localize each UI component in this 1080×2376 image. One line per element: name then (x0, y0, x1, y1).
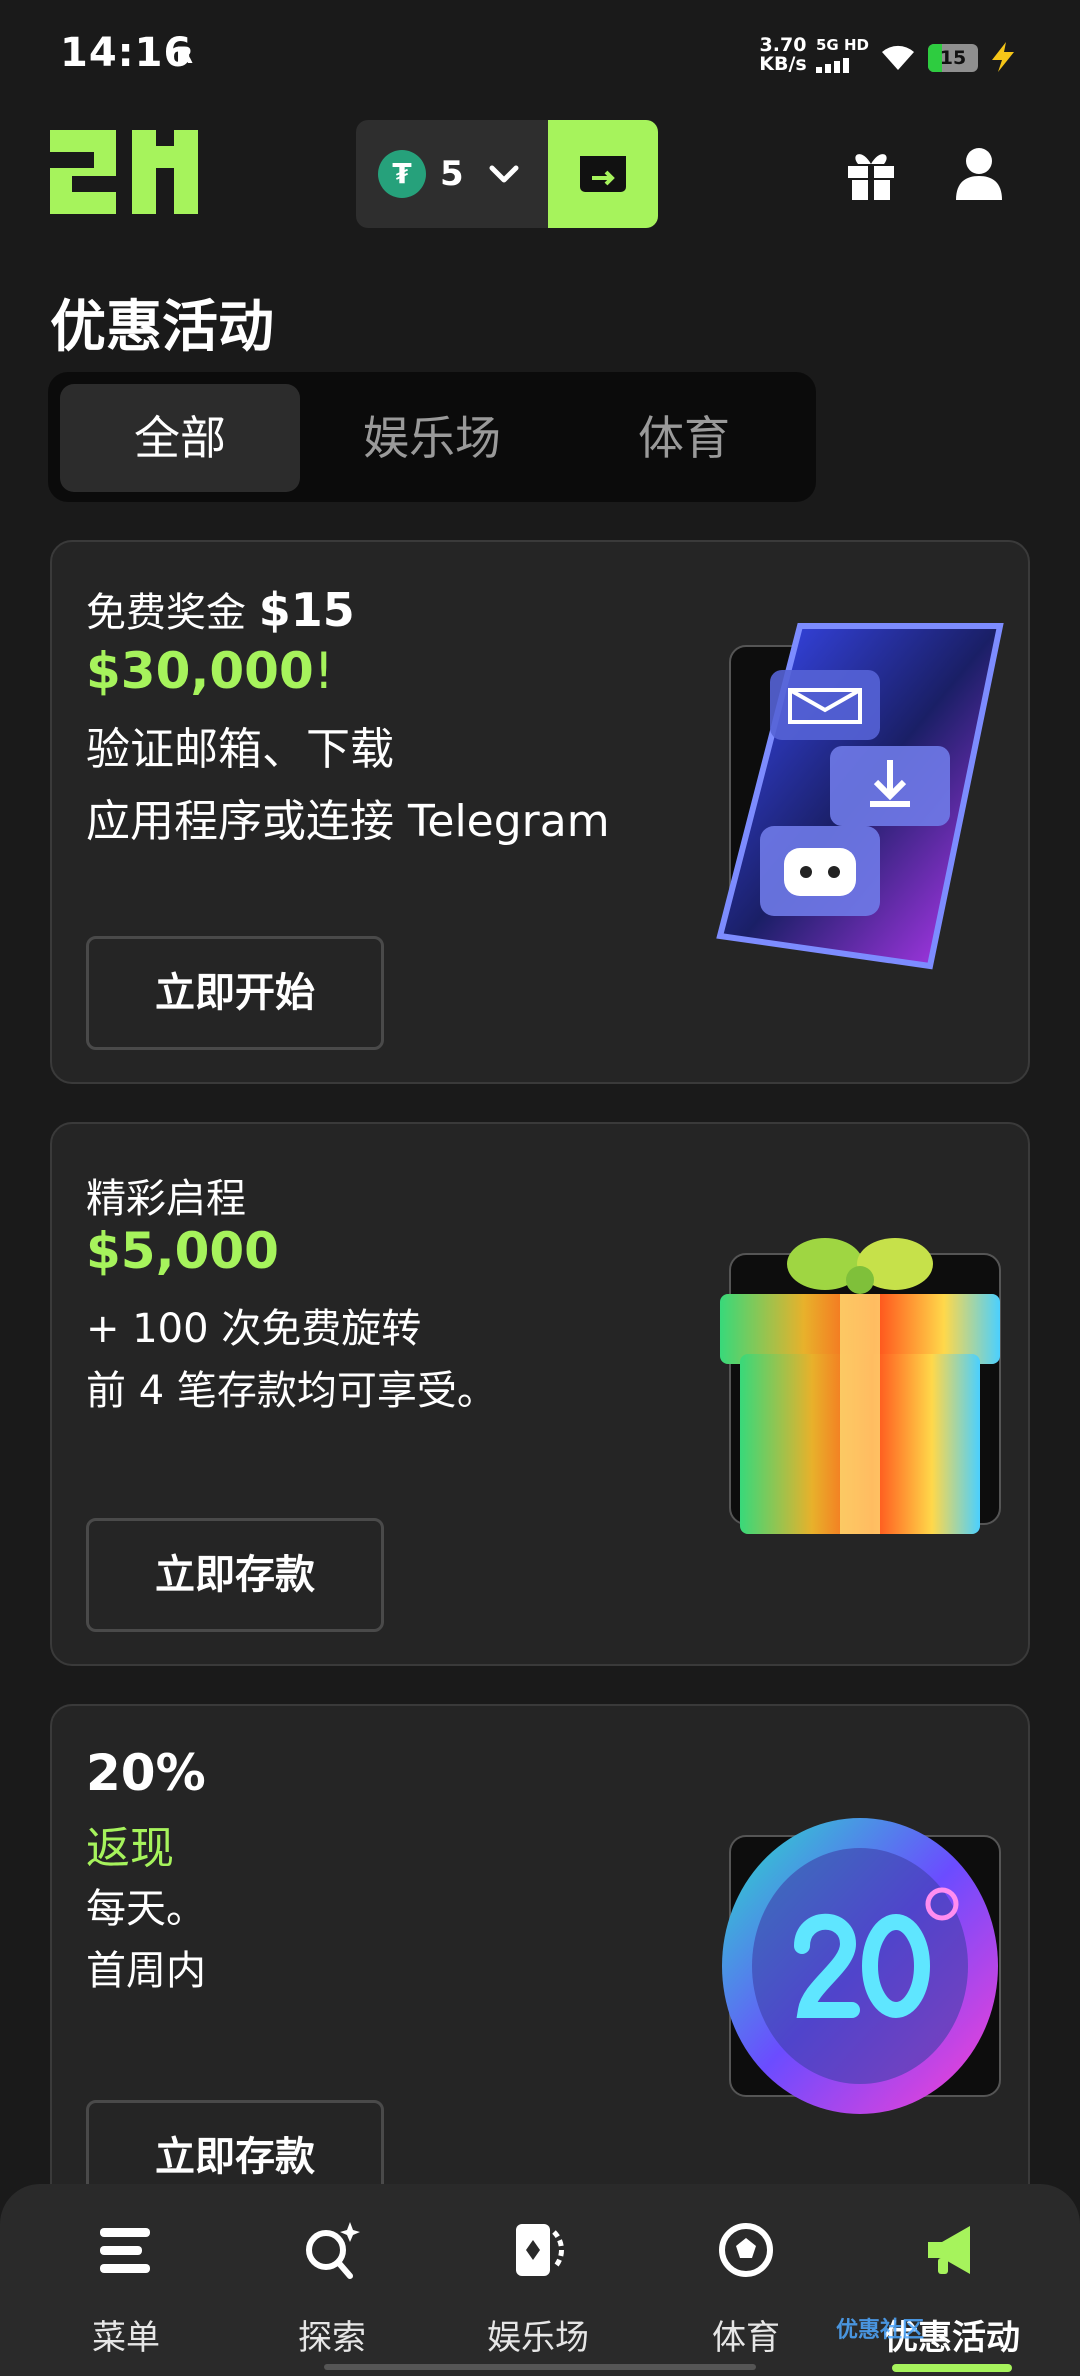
wallet-amount: 5 (440, 154, 464, 194)
promo-description-line: 前 4 笔存款均可享受。 (86, 1368, 497, 1414)
battery-level: 15 (939, 47, 967, 69)
nav-menu[interactable]: 菜单 (26, 2184, 226, 2376)
brand-logo[interactable] (46, 130, 200, 214)
tether-coin-icon: ₮ (378, 150, 426, 198)
promo-description: 每天。 首周内 (86, 1878, 206, 2002)
promo-description: 验证邮箱、下载 应用程序或连接 Telegram (86, 714, 610, 858)
status-r-indicator: R (176, 44, 193, 69)
wifi-icon (882, 45, 914, 70)
tab-sports[interactable]: 体育 (564, 384, 804, 492)
promo-headline: 精彩启程 (86, 1176, 246, 1222)
category-tabs: 全部 娱乐场 体育 (48, 372, 816, 502)
wallet-selector[interactable]: ₮ 5 (356, 120, 658, 228)
promo-amount: $5,000 (86, 1222, 279, 1280)
promo-description-line: 首周内 (86, 1948, 206, 1994)
status-bar: 14:16 R 3.70 KB/s 5G HD 15 (0, 0, 1080, 110)
promo-amount: $30,000! (86, 642, 334, 700)
deposit-button[interactable] (548, 120, 658, 228)
promo-card-free-bonus[interactable]: 免费奖金 $15 $30,000! 验证邮箱、下载 应用程序或连接 Telegr… (50, 540, 1030, 1084)
page-title: 优惠活动 (50, 295, 274, 360)
search-sparkle-icon (306, 2222, 360, 2279)
bottom-navigation: 菜单 探索 娱乐场 体育 优惠活动 (0, 2184, 1080, 2376)
chevron-down-icon[interactable] (484, 156, 524, 192)
active-tab-indicator (892, 2364, 1012, 2372)
nav-casino[interactable]: 娱乐场 (438, 2184, 638, 2376)
status-time: 14:16 (60, 30, 193, 76)
tab-all[interactable]: 全部 (60, 384, 300, 492)
cashback-coin-illustration (722, 1818, 1001, 2114)
nav-promotions[interactable]: 优惠活动 (852, 2184, 1052, 2376)
network-speed: 3.70 KB/s (758, 36, 808, 74)
promo-headline: 免费奖金 $15 (86, 580, 355, 638)
watermark: 优惠社区 (836, 2318, 925, 2343)
deposit-now-button[interactable]: 立即存款 (86, 1518, 384, 1632)
promo-description-line: + 100 次免费旋转 (86, 1306, 422, 1352)
gift-box-illustration (720, 1238, 1001, 1534)
promo-description-line: 验证邮箱、下载 (86, 724, 394, 775)
promo-headline: 20% (86, 1744, 206, 1802)
nav-explore[interactable]: 探索 (232, 2184, 432, 2376)
promo-amount-suffix: ! (313, 642, 334, 700)
network-speed-unit: KB/s (759, 53, 807, 75)
phone-messages-illustration (716, 623, 1004, 970)
nav-label: 探索 (298, 2318, 366, 2358)
promo-amount: 返现 (86, 1823, 174, 1874)
gift-icon[interactable] (842, 144, 900, 202)
start-now-button[interactable]: 立即开始 (86, 936, 384, 1050)
megaphone-icon (928, 2226, 970, 2274)
nav-sports[interactable]: 体育 (646, 2184, 846, 2376)
promo-headline-prefix: 免费奖金 (86, 590, 259, 636)
tab-casino[interactable]: 娱乐场 (312, 384, 552, 492)
deposit-wallet-icon (580, 156, 626, 192)
charging-icon (992, 42, 1014, 72)
nav-label: 娱乐场 (487, 2318, 589, 2358)
promo-amount-value: $30,000 (86, 642, 314, 700)
casino-card-icon (516, 2224, 564, 2276)
promo-description-line: 应用程序或连接 Telegram (86, 796, 610, 847)
network-type: 5G HD (816, 36, 869, 54)
user-icon[interactable] (950, 144, 1008, 202)
promo-description: + 100 次免费旋转 前 4 笔存款均可享受。 (86, 1298, 497, 1422)
promo-card-welcome[interactable]: 精彩启程 $5,000 + 100 次免费旋转 前 4 笔存款均可享受。 立即存… (50, 1122, 1030, 1666)
promo-description-line: 每天。 (86, 1886, 206, 1932)
promo-headline-amount: $15 (258, 583, 355, 637)
nav-label: 体育 (712, 2318, 780, 2358)
battery-icon: 15 (928, 44, 978, 72)
home-indicator[interactable] (324, 2364, 756, 2370)
soccer-ball-icon (719, 2223, 773, 2277)
nav-label: 菜单 (92, 2318, 160, 2358)
menu-icon (100, 2228, 150, 2273)
